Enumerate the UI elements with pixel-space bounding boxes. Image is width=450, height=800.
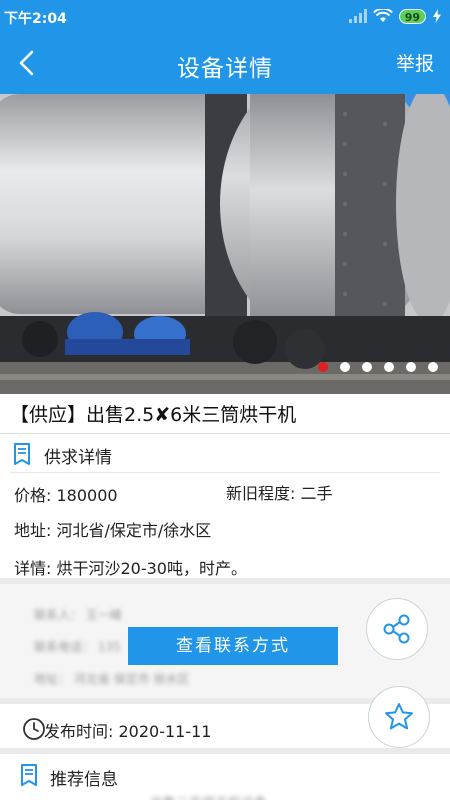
status-time: 下午2:04 — [4, 11, 67, 27]
condition-value: 新旧程度: 二手 — [226, 484, 333, 503]
page-title: 设备详情 — [177, 56, 273, 82]
price-value: 价格: 180000 — [14, 486, 118, 505]
carousel-pager — [318, 362, 438, 372]
view-contact-button[interactable]: 查看联系方式 — [128, 627, 338, 665]
listing-title-bar: 【供应】出售2.5✘6米三筒烘干机 — [0, 394, 450, 434]
listing-type-tag: 【供应】 — [10, 404, 87, 426]
contact-info-section: 联系人： 王一峰 联系电话： 135 地址： 河北省 保定市 徐水区 查看联系方… — [0, 584, 450, 704]
document-icon — [14, 443, 30, 465]
share-button[interactable] — [366, 598, 428, 660]
blurred-recommend-teaser[interactable]: 出售二手烘干机设备 — [150, 792, 267, 800]
star-icon — [385, 703, 413, 730]
dryer-photo — [0, 94, 450, 394]
divider — [10, 472, 440, 473]
blurred-contact-line: 地址： 河北省 保定市 徐水区 — [34, 672, 190, 686]
equipment-photo-carousel[interactable] — [0, 94, 450, 394]
listing-title-text: 出售2.5✘6米三筒烘干机 — [86, 404, 297, 426]
address-value: 地址: 河北省/保定市/徐水区 — [14, 521, 212, 540]
favorite-button[interactable] — [368, 686, 430, 748]
status-icons: 99 — [348, 6, 442, 26]
pager-dot[interactable] — [362, 362, 372, 372]
pager-dot[interactable] — [340, 362, 350, 372]
battery-badge: 99 — [398, 8, 426, 24]
blurred-contact-line: 联系电话： 135 — [34, 640, 121, 654]
pager-dot[interactable] — [428, 362, 438, 372]
document-icon — [21, 764, 37, 786]
pager-dot[interactable] — [384, 362, 394, 372]
clock-icon — [23, 718, 45, 740]
signal-icon — [348, 9, 367, 23]
nav-bar: 设备详情 举报 — [0, 32, 450, 94]
wifi-icon — [372, 9, 393, 22]
recommended-section: 推荐信息 出售二手烘干机设备 — [0, 754, 450, 800]
listing-title: 【供应】出售2.5✘6米三筒烘干机 — [10, 400, 296, 427]
details-heading: 供求详情 — [44, 448, 112, 468]
share-icon — [383, 614, 410, 644]
recommend-heading: 推荐信息 — [50, 770, 118, 790]
status-bar: 下午2:04 99 — [0, 0, 450, 32]
pager-dot[interactable] — [406, 362, 416, 372]
publish-time: 发布时间: 2020-11-11 — [44, 722, 212, 741]
charging-icon — [433, 9, 441, 23]
report-button[interactable]: 举报 — [396, 49, 434, 76]
supply-details-card: 供求详情 价格: 180000 新旧程度: 二手 地址: 河北省/保定市/徐水区… — [0, 434, 450, 584]
blurred-contact-line: 联系人： 王一峰 — [34, 608, 122, 622]
pager-dot[interactable] — [318, 362, 328, 372]
description-value: 详情: 烘干河沙20-30吨，时产。 — [14, 559, 247, 578]
